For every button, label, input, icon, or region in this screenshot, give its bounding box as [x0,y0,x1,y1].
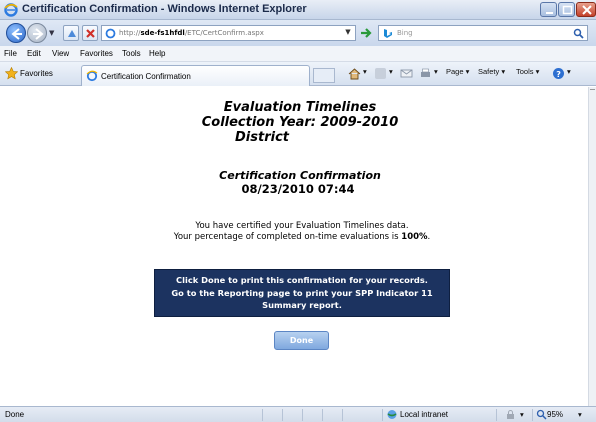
search-box[interactable]: Bing [378,25,588,41]
done-button[interactable]: Done [274,331,329,350]
svg-text:?: ? [556,70,561,79]
url-host: sde-fs1hfdl [140,29,185,37]
notice-line-2: Go to the Reporting page to print your S… [171,287,433,298]
tab-label: Certification Confirmation [101,72,191,81]
status-divider [302,409,303,421]
zoom-dropdown-icon[interactable]: ▾ [578,410,582,419]
menu-tools[interactable]: Tools [122,49,141,58]
help-icon[interactable]: ? [552,67,565,80]
home-icon[interactable] [348,67,361,80]
status-divider [262,409,263,421]
local-intranet-icon [387,410,397,419]
minimize-icon [546,12,553,14]
compat-view-button[interactable] [63,25,79,41]
menu-bar: File Edit View Favorites Tools Help [0,46,596,62]
security-zone[interactable]: Local intranet [400,410,448,419]
search-placeholder: Bing [397,29,413,37]
vertical-scrollbar[interactable] [588,87,596,406]
tab-favicon-icon [86,70,98,82]
window-title: Certification Confirmation - Windows Int… [22,3,307,15]
protected-mode-dropdown-icon[interactable]: ▾ [520,410,524,419]
favorites-label[interactable]: Favorites [20,69,53,78]
status-divider [532,409,533,421]
percentage-suffix: . [427,232,431,242]
safety-menu[interactable]: Safety ▾ [478,67,505,76]
menu-edit[interactable]: Edit [27,49,41,58]
status-text: Done [5,410,25,419]
page-title: Evaluation Timelines [223,100,377,115]
status-bar: Done Local intranet ▾ 95% ▾ [0,406,596,422]
feeds-dropdown-icon[interactable]: ▾ [389,67,393,76]
url-path: /ETC/CertConfirm.aspx [184,29,264,37]
print-dropdown-icon[interactable]: ▾ [434,67,438,76]
address-url[interactable]: http://sde-fs1hfdl/ETC/CertConfirm.aspx [119,29,264,37]
page-favicon-icon [105,28,116,39]
collection-year: Collection Year: 2009-2010 [201,115,399,130]
search-icon[interactable] [573,28,584,39]
menu-view[interactable]: View [52,49,69,58]
history-dropdown-icon[interactable]: ▼ [49,29,54,37]
ie-logo-icon [4,3,18,17]
page-content: Evaluation Timelines Collection Year: 20… [0,87,588,406]
percentage-message: Your percentage of completed on-time eva… [4,232,596,242]
help-dropdown-icon[interactable]: ▾ [567,67,571,76]
favorites-star-icon[interactable] [5,67,18,80]
compatibility-icon [68,30,76,37]
status-divider [382,409,383,421]
percentage-prefix: Your percentage of completed on-time eva… [173,232,402,242]
back-button[interactable] [6,23,26,43]
confirmation-subtitle: Certification Confirmation [219,169,381,182]
protected-mode-icon[interactable] [506,410,516,420]
maximize-button[interactable] [558,2,575,17]
notice-line-3: Summary report. [262,300,342,310]
bing-icon [384,29,392,38]
tab-certification-confirmation[interactable]: Certification Confirmation [81,65,310,86]
district-label: District [235,130,289,145]
status-divider [342,409,343,421]
title-bar: Certification Confirmation - Windows Int… [0,0,596,20]
status-divider [282,409,283,421]
new-tab-button[interactable] [313,68,335,83]
feeds-icon[interactable] [374,67,387,80]
go-arrow-icon[interactable] [358,25,374,41]
zoom-icon[interactable] [536,409,547,420]
print-notice-box: Click Done to print this confirmation fo… [154,269,450,317]
status-divider [322,409,323,421]
address-bar[interactable]: http://sde-fs1hfdl/ETC/CertConfirm.aspx … [101,25,356,41]
mail-icon[interactable] [400,67,413,80]
page-menu[interactable]: Page ▾ [446,67,469,76]
close-button[interactable] [576,2,596,17]
minimize-button[interactable] [540,2,557,17]
address-dropdown-icon[interactable]: ▼ [343,28,353,38]
menu-favorites[interactable]: Favorites [80,49,113,58]
url-prefix: http:// [119,29,141,37]
status-divider [496,409,497,421]
maximize-icon [562,5,573,15]
forward-arrow-icon [33,28,44,40]
scroll-up-arrow-icon[interactable] [590,89,595,95]
menu-help[interactable]: Help [149,49,165,58]
zoom-level[interactable]: 95% [547,410,563,419]
back-arrow-icon [11,28,22,40]
certification-datetime: 08/23/2010 07:44 [241,182,355,196]
certified-message: You have certified your Evaluation Timel… [195,221,409,231]
close-icon [582,5,592,15]
home-dropdown-icon[interactable]: ▾ [363,67,367,76]
stop-icon [86,29,95,38]
notice-line-1: Click Done to print this confirmation fo… [176,275,428,285]
percentage-value: 100% [401,232,428,242]
tools-menu[interactable]: Tools ▾ [516,67,539,76]
menu-file[interactable]: File [4,49,17,58]
address-toolbar: ▼ http://sde-fs1hfdl/ETC/CertConfirm.asp… [0,20,596,46]
forward-button[interactable] [27,23,47,43]
stop-button[interactable] [82,25,98,41]
print-icon[interactable] [419,67,432,80]
favorites-bar: Favorites Certification Confirmation ▾ ▾… [0,62,596,86]
